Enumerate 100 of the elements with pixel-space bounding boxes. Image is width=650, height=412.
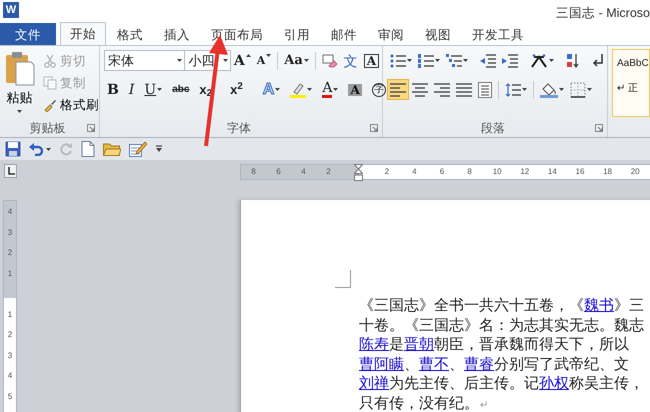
superscript-button[interactable]: x$^{2}$: [227, 79, 246, 100]
style-gallery-item[interactable]: AaBbC ↵ 正: [612, 49, 650, 117]
hyperlink[interactable]: 曹睿: [464, 356, 494, 372]
hyperlink[interactable]: 陈寿: [359, 336, 389, 353]
dialog-launcher-icon: [595, 124, 603, 132]
blank-page-icon: [81, 141, 95, 157]
shrink-button[interactable]: A: [254, 50, 274, 71]
ruler-number: 2: [325, 166, 332, 178]
caret-icon: [275, 88, 280, 91]
indent-marker-icon[interactable]: [354, 164, 363, 181]
tab-stop-icon: [6, 167, 14, 175]
distributed-button[interactable]: [475, 79, 495, 100]
caret-icon: [522, 88, 527, 91]
phonetic-button[interactable]: 文: [340, 50, 361, 71]
triangle-down-icon: [266, 54, 272, 57]
caret-icon: [559, 88, 564, 91]
ruler-number: 2: [384, 166, 390, 178]
hyperlink[interactable]: 刘禅: [359, 375, 389, 392]
dialog-launcher-icon: [370, 124, 378, 132]
underline-button[interactable]: U: [141, 79, 166, 100]
app-icon[interactable]: W: [3, 2, 19, 18]
edit-button[interactable]: [127, 139, 149, 159]
caret-icon: [46, 148, 51, 150]
hyperlink[interactable]: 魏书: [584, 297, 614, 314]
triangle-up-icon: [246, 54, 251, 57]
document-text-line: 刘禅为先主传、后主传。记孙权称吴主传，: [359, 374, 644, 394]
ruler-number: 1: [6, 310, 14, 320]
ruler-number: 6: [275, 166, 282, 178]
ruler-number: 4: [411, 166, 418, 178]
ruler-number: 5: [6, 392, 14, 402]
hyperlink[interactable]: 曹阿瞒: [359, 356, 404, 372]
folder-icon: [103, 142, 121, 156]
hyperlink[interactable]: 曹不: [419, 356, 449, 372]
paint-bucket-icon: [540, 82, 558, 98]
new-button[interactable]: [79, 139, 97, 159]
group-label: 段落: [481, 120, 505, 136]
ruler-number: 10: [492, 166, 503, 178]
return-arrow-icon: [592, 52, 604, 68]
align-right-icon: [434, 82, 450, 96]
bullet-list-icon: [390, 54, 406, 68]
ribbon-tab[interactable]: 文件: [0, 23, 56, 45]
paste-button[interactable]: 粘贴: [4, 50, 35, 120]
caret-icon: [407, 59, 412, 62]
font-color-button[interactable]: A: [319, 79, 342, 100]
caret-icon: [549, 59, 554, 62]
hyperlink[interactable]: 晋朝: [404, 336, 434, 353]
char-shading-button[interactable]: A: [345, 79, 365, 100]
crop-mark: [335, 270, 351, 288]
font-name-field[interactable]: 宋体: [104, 50, 186, 71]
group-label: 字体: [227, 120, 251, 136]
justify-icon: [456, 82, 472, 96]
ruler-number: 4: [300, 166, 307, 178]
italic-button[interactable]: I: [126, 79, 138, 100]
align-left-button[interactable]: [387, 79, 409, 100]
change-case-button[interactable]: Aa: [281, 50, 312, 71]
scissors-icon: [43, 54, 57, 68]
ribbon-tab[interactable]: 视图: [415, 23, 461, 45]
numbered-list-icon: [418, 54, 434, 68]
ribbon-tab[interactable]: 格式: [107, 23, 153, 45]
cross-arrows-icon: [530, 54, 548, 68]
ruler-number: 12: [519, 166, 530, 178]
grow-button[interactable]: A: [230, 50, 254, 71]
ruler-number: 16: [574, 166, 586, 178]
ruler-number: 8: [250, 166, 257, 178]
ruler-number: 4: [6, 207, 14, 218]
ruler-number: 2: [6, 248, 14, 259]
document-text-line: 十卷。《三国志》名：为志其实无志。魏志: [359, 316, 644, 335]
ruler-number: 20: [630, 166, 641, 178]
format-painter-button[interactable]: 格式刷: [43, 94, 99, 116]
brush-icon: [43, 98, 57, 112]
multilevel-list-icon: [446, 54, 462, 68]
copy-icon: [43, 76, 57, 90]
ruler-number: 18: [602, 166, 613, 178]
save-button[interactable]: [3, 139, 23, 159]
increase-indent-icon: [502, 54, 518, 68]
ruler-number: 2: [6, 330, 14, 341]
ruler-number: 3: [6, 228, 14, 238]
undo-arrow-icon: [29, 142, 43, 156]
document-text-line: 曹阿瞒、曹不、曹睿分别写了武帝纪、文: [359, 354, 630, 374]
align-center-icon: [412, 82, 428, 96]
ribbon-tab[interactable]: 邮件: [321, 23, 367, 45]
ruler-number: 3: [6, 350, 14, 362]
ribbon-tab[interactable]: 开始: [60, 22, 106, 45]
ribbon-tab[interactable]: 插入: [154, 23, 200, 45]
ribbon-tab[interactable]: 审阅: [368, 23, 414, 45]
strike-button[interactable]: abc: [169, 79, 192, 100]
ribbon-tab[interactable]: 引用: [274, 23, 320, 45]
ribbon-tab[interactable]: 开发工具: [462, 23, 534, 45]
clipboard-icon: [4, 50, 34, 86]
char-border-button[interactable]: A: [360, 50, 382, 71]
paragraph-mark: ↵: [480, 400, 488, 410]
tab-selector[interactable]: [4, 164, 17, 178]
bold-button[interactable]: B: [104, 79, 122, 100]
horizontal-ruler[interactable]: 8 6 4 2 2 4 6 8 10 12 14 16 18 20: [240, 164, 650, 180]
border-grid-icon: [570, 82, 586, 98]
vertical-ruler[interactable]: 4 3 2 1 1 2 3 4 5: [3, 200, 17, 412]
hyperlink[interactable]: 孙权: [539, 375, 569, 392]
highlighter-icon: [290, 82, 306, 98]
ruler-number: 14: [546, 166, 558, 178]
ruler-number: 8: [466, 166, 473, 178]
